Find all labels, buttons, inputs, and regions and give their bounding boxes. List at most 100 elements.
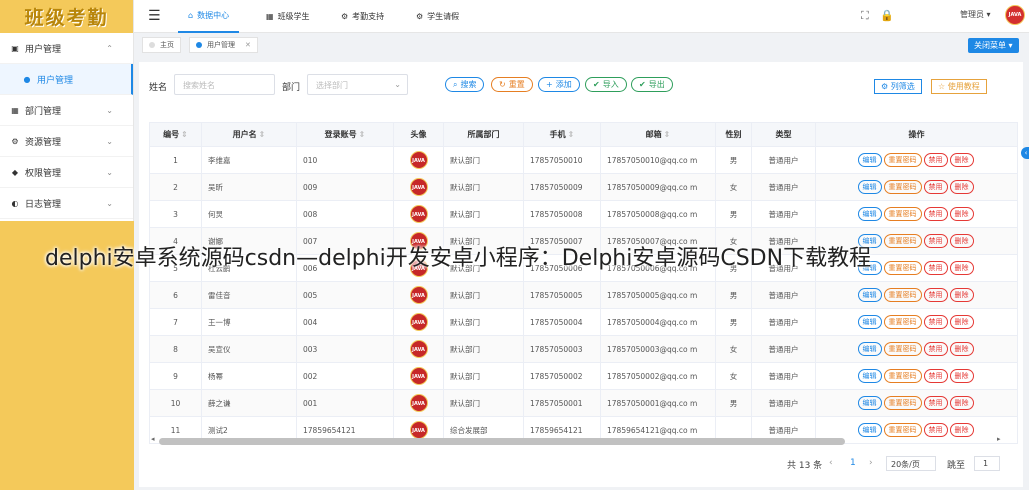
sidebar-item-departments[interactable]: ▦ 部门管理 ⌄ bbox=[0, 95, 133, 126]
next-page-icon[interactable]: › bbox=[869, 458, 873, 468]
delete-button[interactable]: 删除 bbox=[949, 315, 974, 329]
prev-page-icon[interactable]: ‹ bbox=[829, 458, 833, 468]
sidebar-subitem-users[interactable]: ● 用户管理 bbox=[0, 64, 133, 95]
page-tab-home[interactable]: 主页 bbox=[142, 37, 181, 53]
disable-button[interactable]: 禁用 bbox=[923, 369, 948, 383]
side-expand-icon[interactable]: ‹ bbox=[1021, 147, 1029, 159]
cell-type: 普通用户 bbox=[751, 146, 816, 174]
header-phone[interactable]: 手机 ⇕ bbox=[523, 122, 601, 147]
tab-attendance[interactable]: ⚙ 考勤支持 bbox=[331, 0, 394, 33]
cell-email: 17857050001@qq.co m bbox=[600, 389, 716, 417]
reset-password-button[interactable]: 重置密码 bbox=[883, 207, 922, 221]
disable-button[interactable]: 禁用 bbox=[923, 207, 948, 221]
close-icon[interactable]: ✕ bbox=[245, 41, 251, 49]
edit-button[interactable]: 编辑 bbox=[857, 288, 882, 302]
add-button[interactable]: + 添加 bbox=[538, 77, 580, 92]
user-menu[interactable]: 管理员 ▾ bbox=[960, 9, 991, 20]
header-email[interactable]: 邮箱 ⇕ bbox=[600, 122, 716, 147]
scroll-right-icon[interactable]: ▸ bbox=[997, 435, 1001, 443]
edit-button[interactable]: 编辑 bbox=[857, 153, 882, 167]
page-tab-users[interactable]: 用户管理 ✕ bbox=[189, 37, 258, 53]
reset-password-button[interactable]: 重置密码 bbox=[883, 261, 922, 275]
reset-button[interactable]: ↻ 重置 bbox=[491, 77, 533, 92]
page-number[interactable]: 1 bbox=[850, 458, 856, 468]
tutorial-button[interactable]: ☆ 使用教程 bbox=[931, 79, 987, 94]
edit-button[interactable]: 编辑 bbox=[857, 207, 882, 221]
delete-button[interactable]: 删除 bbox=[949, 153, 974, 167]
reset-password-button[interactable]: 重置密码 bbox=[883, 288, 922, 302]
delete-button[interactable]: 删除 bbox=[949, 288, 974, 302]
header-id[interactable]: 编号 ⇕ bbox=[149, 122, 202, 147]
disable-button[interactable]: 禁用 bbox=[923, 288, 948, 302]
header-account[interactable]: 登录账号 ⇕ bbox=[296, 122, 394, 147]
goto-page-input[interactable]: 1 bbox=[974, 456, 1000, 471]
tab-data-center[interactable]: ⌂ 数据中心 bbox=[178, 0, 240, 33]
cell-type: 普通用户 bbox=[751, 308, 816, 336]
edit-button[interactable]: 编辑 bbox=[857, 423, 882, 437]
horizontal-scrollbar[interactable] bbox=[159, 438, 845, 445]
delete-button[interactable]: 删除 bbox=[949, 261, 974, 275]
search-button[interactable]: ⌕ 搜索 bbox=[445, 77, 485, 92]
sidebar-item-resources[interactable]: ⚙ 资源管理 ⌄ bbox=[0, 126, 133, 157]
edit-button[interactable]: 编辑 bbox=[857, 342, 882, 356]
cell-email: 17857050008@qq.co m bbox=[600, 200, 716, 228]
dept-select[interactable]: 选择部门 ⌄ bbox=[307, 74, 408, 95]
user-avatar: JAVA bbox=[409, 205, 428, 223]
name-search-input[interactable]: 搜索姓名 bbox=[174, 74, 275, 95]
delete-button[interactable]: 删除 bbox=[949, 396, 974, 410]
import-button[interactable]: ✔ 导入 bbox=[585, 77, 627, 92]
reset-password-button[interactable]: 重置密码 bbox=[883, 396, 922, 410]
cell-account: 002 bbox=[296, 362, 394, 390]
tab-class-students[interactable]: ▦ 班级学生 bbox=[256, 0, 320, 33]
hamburger-menu-icon[interactable]: ☰ bbox=[148, 8, 161, 24]
reset-password-button[interactable]: 重置密码 bbox=[883, 180, 922, 194]
delete-button[interactable]: 删除 bbox=[949, 234, 974, 248]
user-icon: ● bbox=[23, 74, 31, 84]
sidebar-item-permissions[interactable]: ◆ 权限管理 ⌄ bbox=[0, 157, 133, 188]
cell-gender: 女 bbox=[715, 335, 752, 363]
column-filter-button[interactable]: ⚙ 列筛选 bbox=[874, 79, 922, 94]
edit-button[interactable]: 编辑 bbox=[857, 180, 882, 194]
reset-password-button[interactable]: 重置密码 bbox=[883, 315, 922, 329]
cell-phone: 17857050001 bbox=[523, 389, 601, 417]
disable-button[interactable]: 禁用 bbox=[923, 180, 948, 194]
reset-password-button[interactable]: 重置密码 bbox=[883, 342, 922, 356]
header-username[interactable]: 用户名 ⇕ bbox=[201, 122, 297, 147]
tab-leave[interactable]: ⚙ 学生请假 bbox=[406, 0, 469, 33]
page-size-select[interactable]: 20条/页 bbox=[886, 456, 936, 471]
close-menu-button[interactable]: 关闭菜单 ▾ bbox=[968, 38, 1019, 53]
delete-button[interactable]: 删除 bbox=[949, 180, 974, 194]
disable-button[interactable]: 禁用 bbox=[923, 342, 948, 356]
header-avatar: 头像 bbox=[393, 122, 444, 147]
chevron-down-icon: ⌄ bbox=[106, 198, 113, 208]
users-table: 编号 ⇕ 用户名 ⇕ 登录账号 ⇕ 头像 所属部门 手机 ⇕ 邮箱 ⇕ 性别 类型 操作 … bbox=[149, 122, 1018, 444]
fullscreen-icon[interactable]: ⛶ bbox=[861, 9, 869, 23]
disable-button[interactable]: 禁用 bbox=[923, 396, 948, 410]
cell-avatar: JAVA bbox=[393, 173, 444, 201]
disable-button[interactable]: 禁用 bbox=[923, 261, 948, 275]
sidebar-item-logs[interactable]: ◐ 日志管理 ⌄ bbox=[0, 188, 133, 219]
disable-button[interactable]: 禁用 bbox=[923, 153, 948, 167]
edit-button[interactable]: 编辑 bbox=[857, 396, 882, 410]
sidebar-item-user-management[interactable]: ▣ 用户管理 ⌃ bbox=[0, 33, 133, 64]
edit-button[interactable]: 编辑 bbox=[857, 315, 882, 329]
export-button[interactable]: ✔ 导出 bbox=[631, 77, 673, 92]
reset-password-button[interactable]: 重置密码 bbox=[883, 369, 922, 383]
edit-button[interactable]: 编辑 bbox=[857, 369, 882, 383]
delete-button[interactable]: 删除 bbox=[949, 369, 974, 383]
reset-password-button[interactable]: 重置密码 bbox=[883, 423, 922, 437]
delete-button[interactable]: 删除 bbox=[949, 423, 974, 437]
cell-actions: 编辑 重置密码 禁用 删除 bbox=[815, 308, 1018, 336]
lock-icon[interactable]: 🔒 bbox=[880, 9, 894, 22]
scroll-left-icon[interactable]: ◂ bbox=[151, 435, 155, 443]
delete-button[interactable]: 删除 bbox=[949, 342, 974, 356]
reset-password-button[interactable]: 重置密码 bbox=[883, 153, 922, 167]
avatar[interactable]: JAVA bbox=[1005, 5, 1025, 25]
disable-button[interactable]: 禁用 bbox=[923, 315, 948, 329]
cell-actions: 编辑 重置密码 禁用 删除 bbox=[815, 389, 1018, 417]
reset-password-button[interactable]: 重置密码 bbox=[883, 234, 922, 248]
cell-gender: 女 bbox=[715, 173, 752, 201]
disable-button[interactable]: 禁用 bbox=[923, 423, 948, 437]
disable-button[interactable]: 禁用 bbox=[923, 234, 948, 248]
delete-button[interactable]: 删除 bbox=[949, 207, 974, 221]
